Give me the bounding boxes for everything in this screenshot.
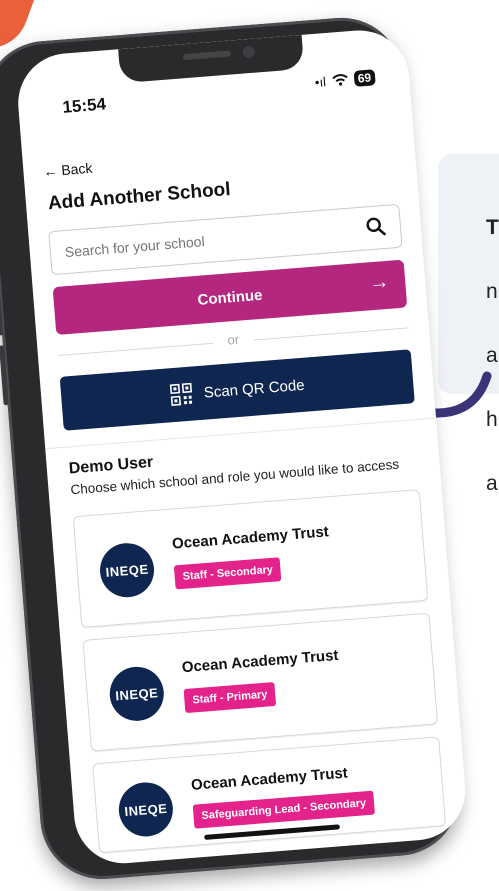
notch xyxy=(118,34,305,84)
phone-frame: 15:54 •ıl 69 ← Back Add Another School S… xyxy=(0,13,469,884)
school-name: Ocean Academy Trust xyxy=(190,764,349,794)
school-name: Ocean Academy Trust xyxy=(171,523,330,553)
callout-line: T xyxy=(486,216,499,239)
arrow-right-icon: → xyxy=(368,270,391,295)
arrow-left-icon: ← xyxy=(42,162,59,180)
wifi-icon xyxy=(331,74,348,86)
volume-down-button xyxy=(0,345,9,406)
school-card[interactable]: INEQE Ocean Academy Trust Staff - Primar… xyxy=(82,612,439,752)
camera xyxy=(242,45,256,59)
role-badge: Staff - Secondary xyxy=(173,557,282,590)
page-title: Add Another School xyxy=(47,178,232,215)
search-icon[interactable] xyxy=(365,216,387,238)
school-card[interactable]: INEQE Ocean Academy Trust Staff - Second… xyxy=(72,489,429,628)
signal-icon: •ıl xyxy=(314,73,327,90)
speaker xyxy=(182,50,232,61)
battery-icon: 69 xyxy=(353,69,376,87)
status-icons: •ıl 69 xyxy=(314,69,376,90)
school-logo: INEQE xyxy=(107,664,166,723)
role-badge: Staff - Primary xyxy=(183,681,277,714)
school-logo: INEQE xyxy=(116,780,175,839)
scan-label: Scan QR Code xyxy=(203,376,306,402)
demo-user-title: Demo User xyxy=(68,453,154,478)
callout-text: T n a h a xyxy=(486,180,499,532)
role-badge: Safeguarding Lead - Secondary xyxy=(192,790,376,829)
scan-qr-button[interactable]: Scan QR Code xyxy=(59,349,415,431)
continue-label: Continue xyxy=(196,286,264,309)
callout-line: a xyxy=(486,472,498,495)
back-label: Back xyxy=(60,159,93,179)
school-card[interactable]: INEQE Ocean Academy Trust Safeguarding L… xyxy=(92,736,447,854)
status-time: 15:54 xyxy=(61,94,107,117)
school-name: Ocean Academy Trust xyxy=(181,646,340,677)
callout-line: n xyxy=(486,280,498,303)
volume-up-button xyxy=(0,275,4,336)
school-logo: INEQE xyxy=(98,541,157,600)
back-link[interactable]: ← Back xyxy=(43,160,93,180)
phone-mockup: 15:54 •ıl 69 ← Back Add Another School S… xyxy=(0,11,494,891)
qr-code-icon xyxy=(169,382,192,407)
or-label: or xyxy=(212,330,254,349)
search-input[interactable] xyxy=(49,207,368,275)
phone-screen: 15:54 •ıl 69 ← Back Add Another School S… xyxy=(14,26,469,867)
